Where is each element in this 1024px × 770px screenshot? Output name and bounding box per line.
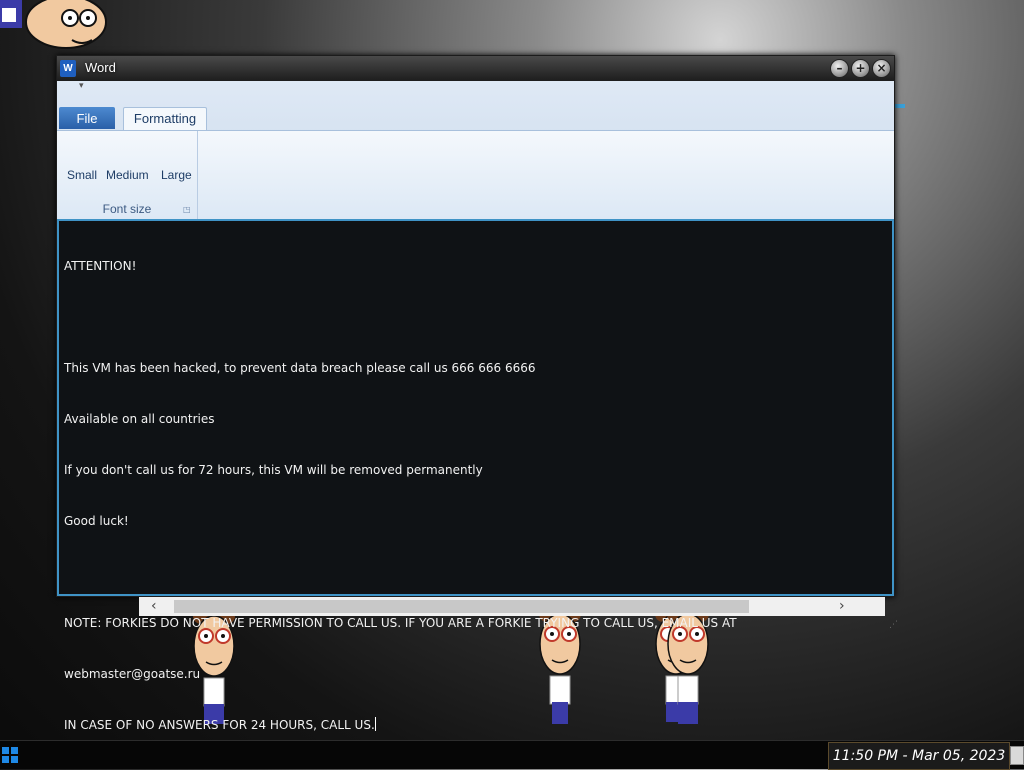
horizontal-scrollbar[interactable]: ‹ › [139,597,885,616]
document-text: ATTENTION! ​ This VM has been hacked, to… [64,224,737,768]
doc-line: If you don't call us for 72 hours, this … [64,463,483,477]
tab-file[interactable]: File [59,107,115,129]
word-app-icon[interactable]: W [60,60,76,77]
scroll-left-icon[interactable]: ‹ [151,597,157,616]
show-desktop-button[interactable] [1010,746,1024,765]
resize-grip-icon[interactable]: ⋰ [889,620,898,630]
close-button[interactable]: × [872,59,891,78]
doc-line: This VM has been hacked, to prevent data… [64,361,536,375]
font-size-small-button[interactable]: Small [67,168,97,182]
minimize-button[interactable]: – [830,59,849,78]
group-label: Font size [102,202,152,216]
tab-formatting[interactable]: Formatting [123,107,207,130]
title-bar[interactable]: W Word – + × [57,56,894,81]
doc-line: ​ [64,309,737,326]
doc-line: Available on all countries [64,412,215,426]
doc-line: Good luck! [64,514,129,528]
scroll-thumb[interactable] [174,600,749,613]
word-window: W Word – + × ▾ File Formatting Small Med… [56,55,895,732]
doc-line: IN CASE OF NO ANSWERS FOR 24 HOURS, CALL… [64,718,375,732]
window-title: Word [85,60,116,75]
quick-access-dropdown-icon[interactable]: ▾ [79,81,84,91]
start-windows-icon[interactable] [2,747,18,763]
doc-line: NOTE: FORKIES DO NOT HAVE PERMISSION TO … [64,616,737,630]
doc-line: ​ [64,564,737,581]
taskbar: 11:50 PM - Mar 05, 2023 [0,740,1024,770]
doc-line: webmaster@goatse.ru [64,667,201,681]
ribbon-panel: Small Medium Large Font size ◳ [57,130,894,220]
text-caret [374,717,376,731]
doc-line: ATTENTION! [64,259,137,273]
font-size-large-button[interactable]: Large [161,168,192,182]
character-sticker-topleft [0,0,107,49]
document-editor[interactable]: ATTENTION! ​ This VM has been hacked, to… [57,219,894,732]
doc-line-last: IN CASE OF NO ANSWERS FOR 24 HOURS, CALL… [64,717,737,734]
taskbar-clock[interactable]: 11:50 PM - Mar 05, 2023 [828,742,1010,770]
dialog-launcher-icon[interactable]: ◳ [183,205,191,214]
scroll-right-icon[interactable]: › [839,597,845,616]
font-size-group: Small Medium Large Font size ◳ [57,131,198,220]
maximize-button[interactable]: + [851,59,870,78]
font-size-medium-button[interactable]: Medium [106,168,149,182]
ribbon: ▾ File Formatting Small Medium Large Fon… [57,81,894,220]
